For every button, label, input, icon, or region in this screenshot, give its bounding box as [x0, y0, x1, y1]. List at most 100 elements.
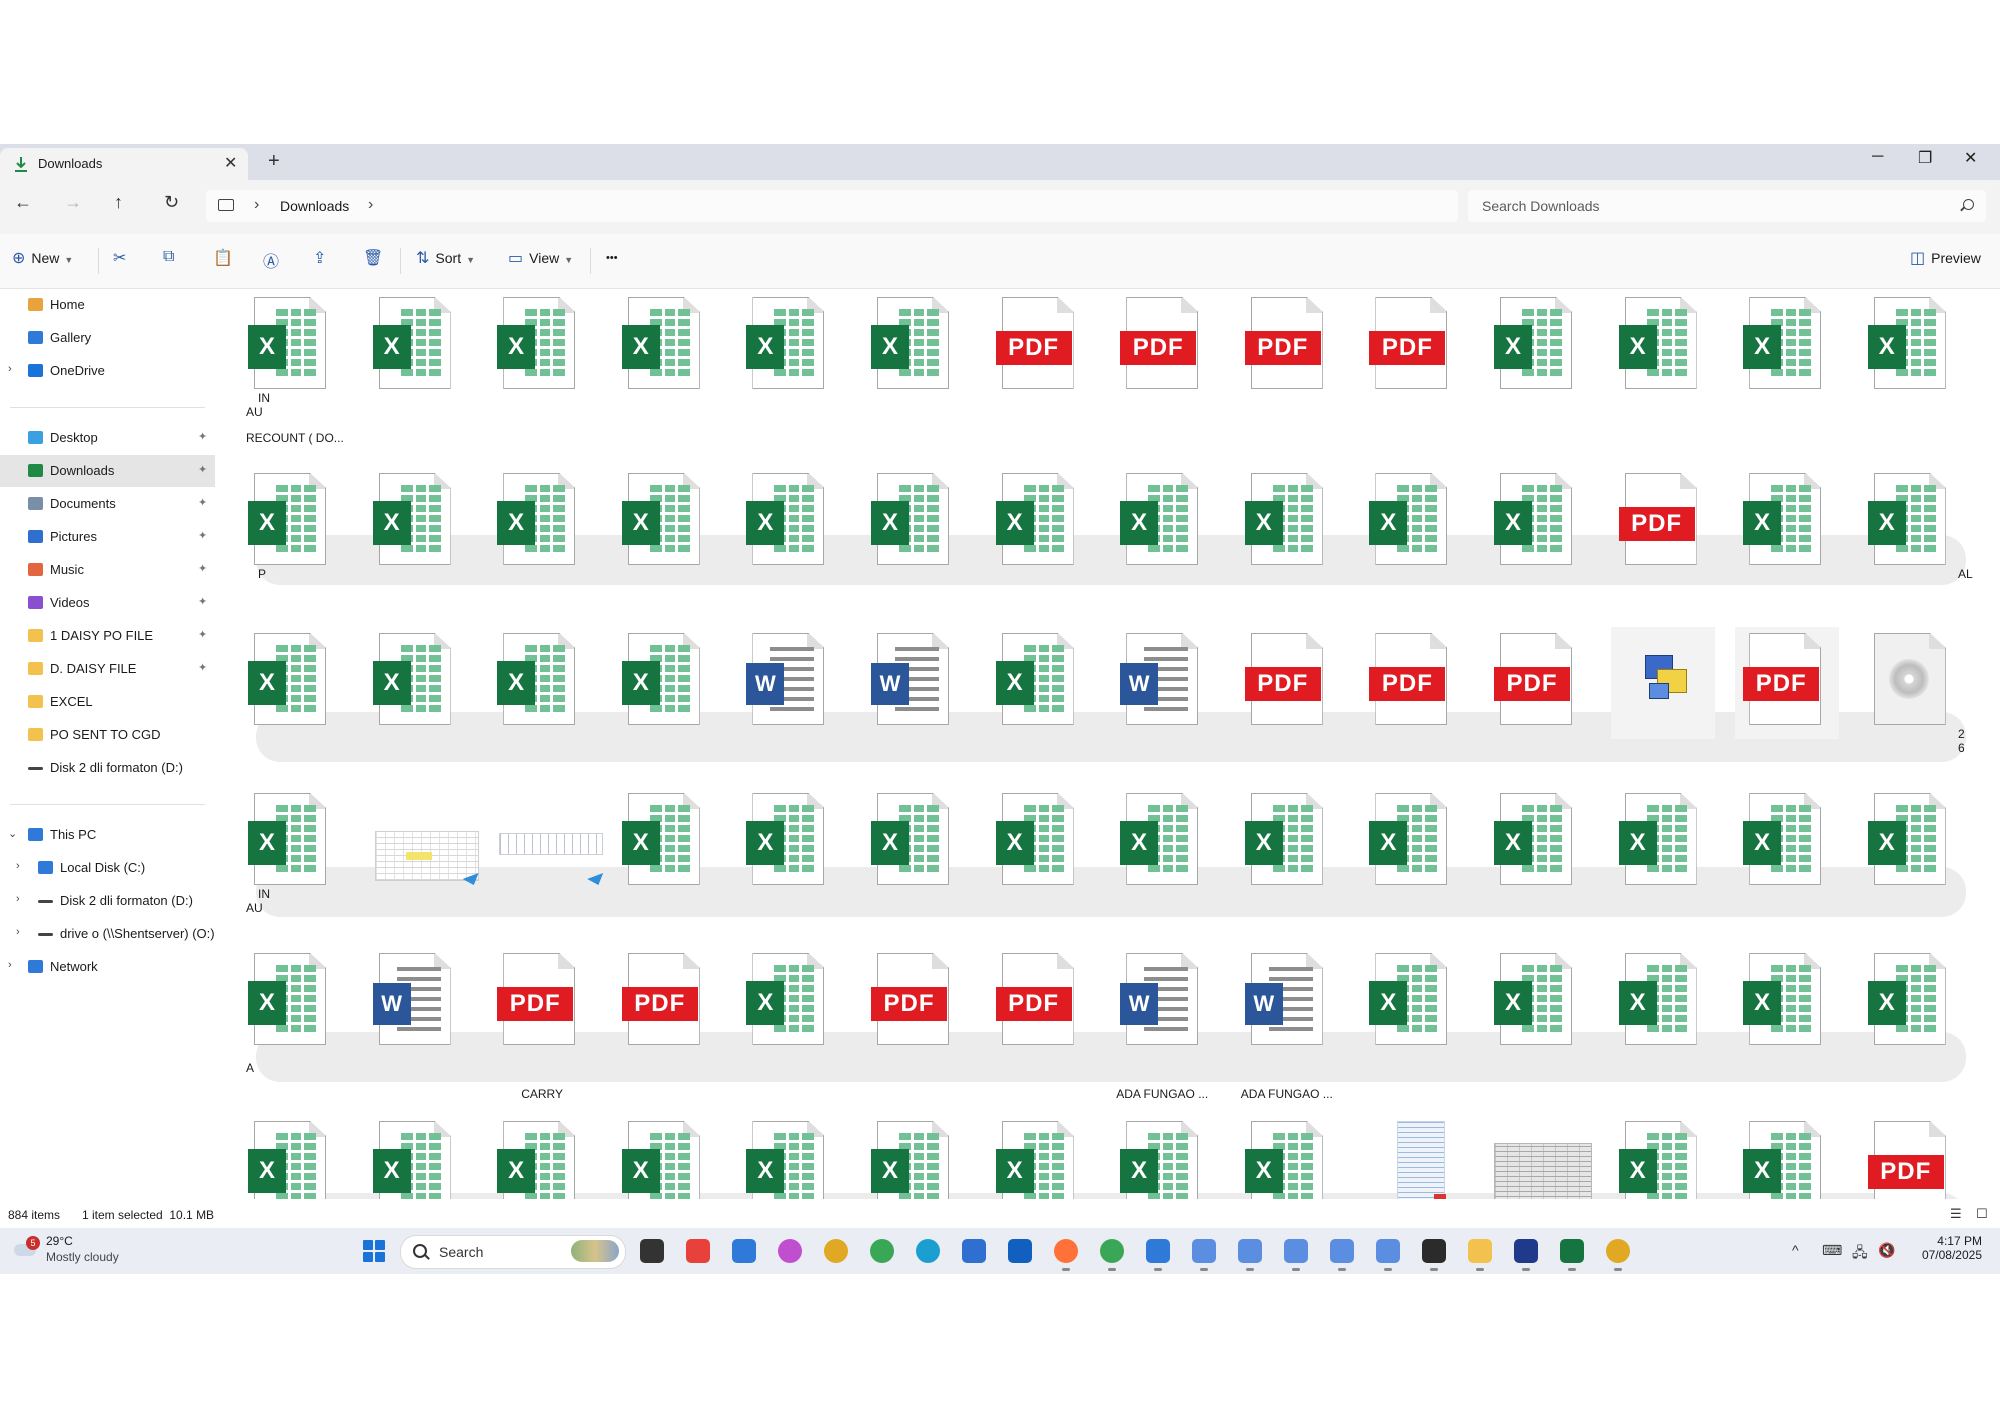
weather-condition[interactable]: Mostly cloudy — [46, 1250, 119, 1264]
pin-icon[interactable]: ✦ — [198, 430, 207, 443]
file-item[interactable]: W — [372, 953, 451, 1045]
chrome-profile-icon[interactable] — [1606, 1239, 1630, 1263]
file-item[interactable]: X — [746, 1121, 825, 1199]
task-view-icon[interactable] — [640, 1239, 664, 1263]
sidebar-item[interactable]: › Disk 2 dli formaton (D:) — [0, 885, 215, 917]
file-item[interactable]: X — [1494, 793, 1572, 885]
weather-temperature[interactable]: 29°C — [46, 1234, 73, 1248]
file-item[interactable]: X — [248, 953, 326, 1045]
close-window-button[interactable]: ✕ — [1964, 148, 1977, 168]
file-item[interactable]: W — [1120, 633, 1199, 725]
file-item[interactable]: X — [1618, 793, 1697, 885]
file-item[interactable] — [1868, 633, 1946, 725]
anydesk-icon[interactable] — [686, 1239, 710, 1263]
file-item[interactable]: W — [746, 633, 825, 725]
file-item[interactable]: X — [621, 633, 700, 725]
file-item[interactable]: X — [497, 297, 576, 389]
file-item[interactable] — [373, 793, 481, 885]
chrome-profile-icon[interactable] — [1100, 1239, 1124, 1263]
file-item[interactable]: PDF — [1867, 1121, 1946, 1199]
sidebar-item[interactable]: 1 DAISY PO FILE ✦ — [0, 620, 215, 652]
copilot-icon[interactable] — [778, 1239, 802, 1263]
file-item[interactable]: W — [1120, 953, 1199, 1045]
breadcrumb-downloads[interactable]: Downloads — [280, 198, 349, 214]
file-item[interactable]: X — [497, 633, 576, 725]
system-clock[interactable]: 4:17 PM 07/08/2025 — [1910, 1234, 1982, 1262]
pin-icon[interactable]: ✦ — [198, 496, 207, 509]
file-item[interactable]: X — [1618, 297, 1697, 389]
pin-icon[interactable]: ✦ — [198, 463, 207, 476]
file-item[interactable]: X — [871, 297, 949, 389]
volume-icon[interactable]: 🔇 — [1878, 1242, 1895, 1259]
file-item[interactable]: PDF — [497, 953, 576, 1045]
file-item[interactable]: PDF — [1494, 633, 1572, 725]
sidebar-item[interactable]: › Local Disk (C:) — [0, 852, 215, 884]
file-explorer-icon[interactable] — [1468, 1239, 1492, 1263]
file-item[interactable]: X — [746, 473, 825, 565]
breadcrumb-separator[interactable]: › — [368, 196, 373, 214]
file-item[interactable]: PDF — [1369, 633, 1448, 725]
file-item[interactable]: X — [746, 297, 825, 389]
sidebar-item[interactable]: D. DAISY FILE ✦ — [0, 653, 215, 685]
pin-icon[interactable]: ✦ — [198, 595, 207, 608]
file-item[interactable]: PDF — [1618, 473, 1697, 565]
new-button[interactable]: ⊕ New ▼ — [12, 248, 73, 268]
file-item[interactable]: PDF — [1369, 297, 1448, 389]
outlook-icon[interactable] — [1008, 1239, 1032, 1263]
forward-button[interactable]: → — [64, 192, 82, 213]
pin-icon[interactable]: ✦ — [198, 562, 207, 575]
up-button[interactable]: ↑ — [114, 192, 123, 213]
file-item[interactable]: X — [871, 793, 949, 885]
file-item[interactable]: X — [248, 473, 326, 565]
file-item[interactable]: X — [372, 633, 451, 725]
file-item[interactable]: PDF — [1120, 297, 1199, 389]
file-item[interactable]: PDF — [1743, 633, 1822, 725]
file-item[interactable]: X — [871, 1121, 949, 1199]
chevron-right-icon[interactable]: › — [8, 959, 12, 971]
preview-button[interactable]: ◫ Preview — [1910, 248, 1981, 268]
remote-desktop-icon[interactable] — [1238, 1239, 1262, 1263]
file-item[interactable]: X — [372, 473, 451, 565]
sidebar-item[interactable]: Desktop ✦ — [0, 422, 215, 454]
start-button[interactable] — [363, 1240, 385, 1262]
file-item[interactable]: X — [871, 473, 949, 565]
minimize-button[interactable]: ─ — [1872, 148, 1883, 166]
copy-icon[interactable]: ⧉ — [163, 248, 174, 266]
file-item[interactable]: X — [1743, 473, 1822, 565]
pin-icon[interactable]: ✦ — [198, 529, 207, 542]
sidebar-item[interactable]: Videos ✦ — [0, 587, 215, 619]
sort-button[interactable]: ⇅ Sort ▼ — [416, 248, 475, 268]
file-item[interactable]: X — [248, 1121, 326, 1199]
file-item[interactable]: X — [1244, 473, 1323, 565]
file-item[interactable]: X — [746, 793, 825, 885]
app-icon[interactable] — [1514, 1239, 1538, 1263]
file-item[interactable]: PDF — [1244, 297, 1323, 389]
new-tab-button[interactable]: + — [268, 150, 280, 173]
tiles-view-icon[interactable]: ☐ — [1976, 1206, 1988, 1222]
sidebar-item[interactable]: PO SENT TO CGD — [0, 719, 215, 751]
file-item[interactable]: X — [621, 793, 700, 885]
file-item[interactable]: PDF — [621, 953, 700, 1045]
firefox-icon[interactable] — [1054, 1239, 1078, 1263]
sidebar-item[interactable]: Gallery — [0, 322, 215, 354]
file-item[interactable]: PDF — [1244, 633, 1323, 725]
file-item[interactable] — [1369, 1121, 1447, 1199]
edge-icon[interactable] — [916, 1239, 940, 1263]
chevron-right-icon[interactable]: › — [16, 893, 20, 905]
file-item[interactable]: X — [1618, 953, 1697, 1045]
remote-desktop-icon[interactable] — [1192, 1239, 1216, 1263]
file-item[interactable]: X — [1743, 953, 1822, 1045]
file-item[interactable]: PDF — [871, 953, 949, 1045]
file-item[interactable] — [1494, 1121, 1592, 1199]
cut-icon[interactable]: ✂ — [113, 248, 126, 268]
view-button[interactable]: ▭ View ▼ — [508, 248, 573, 268]
delete-icon[interactable]: 🗑 — [363, 248, 383, 268]
file-item[interactable]: X — [497, 473, 576, 565]
chevron-right-icon[interactable]: › — [8, 363, 12, 375]
search-input[interactable]: Search Downloads — [1482, 198, 1600, 214]
sidebar-item[interactable]: › OneDrive — [0, 355, 215, 387]
file-item[interactable]: X — [372, 297, 451, 389]
widgets-icon[interactable] — [732, 1239, 756, 1263]
file-item[interactable]: X — [995, 1121, 1074, 1199]
file-item[interactable]: X — [1494, 473, 1572, 565]
